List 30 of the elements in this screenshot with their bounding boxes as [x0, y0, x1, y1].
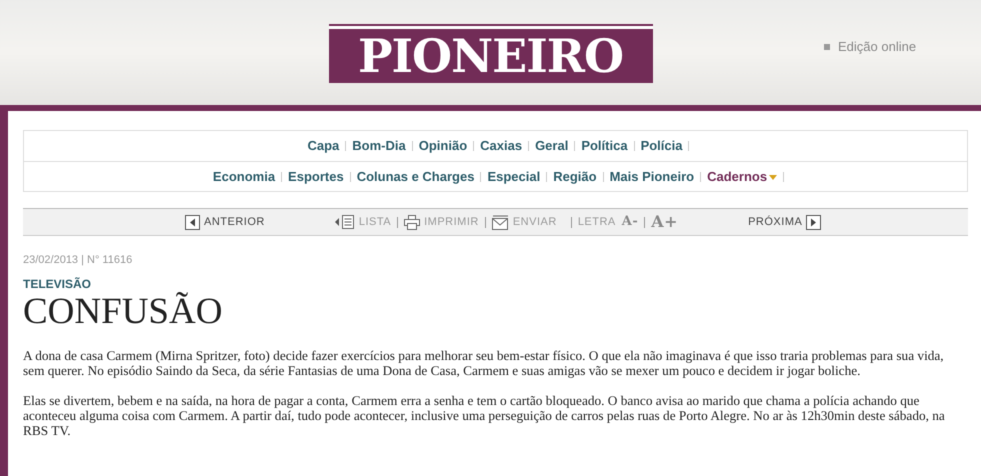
nav-link[interactable]: Mais Pioneiro: [604, 172, 702, 182]
nav-link[interactable]: Esportes: [282, 172, 351, 182]
toolbar-link[interactable]: ANTERIOR: [185, 214, 265, 230]
list-icon: [334, 215, 355, 229]
nav-link[interactable]: Economia: [206, 172, 282, 182]
bullet-icon: [824, 44, 830, 50]
section-label: TELEVISÃO: [23, 276, 92, 292]
nav-link[interactable]: Capa: [302, 141, 346, 151]
nav-link[interactable]: Bom-Dia: [346, 141, 413, 151]
article-meta: 23/02/2013 | N° 11616: [23, 253, 134, 268]
nav-link[interactable]: Colunas e Charges: [350, 172, 482, 182]
nav-link[interactable]: Opinião: [412, 141, 474, 151]
previous-icon: [185, 214, 200, 230]
printer-icon: [404, 214, 420, 230]
next-icon: [806, 214, 822, 230]
article-title: CONFUSÃO: [23, 292, 224, 330]
nav-link[interactable]: Região: [547, 172, 604, 182]
caret-icon: [769, 174, 778, 180]
nav-link[interactable]: Especial: [481, 172, 548, 182]
nav-link[interactable]: Política: [575, 141, 635, 151]
article-paragraph: Elas se divertem, bebem e na saída, na hora de pagar a conta, Carmem erra a senha e tem o cartão bloqueado. O banco avisa ao marido que chama a polícia achando que aconteceu alguma coisa com Carmem. A partir daí, tudo pode acontecer, inclusive uma perseguição de carros pelas ruas de Porto Alegre. No ar às 12h30min deste sábado, na RBS TV.: [23, 392, 946, 438]
nav-link[interactable]: Polícia: [634, 141, 690, 151]
toolbar-link[interactable]: PRÓXIMA: [748, 214, 822, 230]
nav-link[interactable]: Geral: [529, 141, 576, 151]
logo[interactable]: PIONEIRO: [328, 24, 652, 83]
article-paragraph: A dona de casa Carmem (Mirna Spritzer, foto) decide fazer exercícios para melhorar seu bem-estar físico. O que ela não imaginava é que isso traria problemas para sua vida, sem querer. No episódio Saindo da Seca, da série Fantasias de uma Dona de Casa, Carmem e suas amigas vão se mexer um pouco e decidem ir jogar boliche.: [23, 348, 945, 378]
dropdown-menu-link[interactable]: Cadernos: [701, 172, 784, 182]
nav-link[interactable]: Caxias: [474, 141, 530, 151]
font-size-label: LETRA: [578, 214, 616, 230]
envelope-icon: [492, 214, 509, 230]
